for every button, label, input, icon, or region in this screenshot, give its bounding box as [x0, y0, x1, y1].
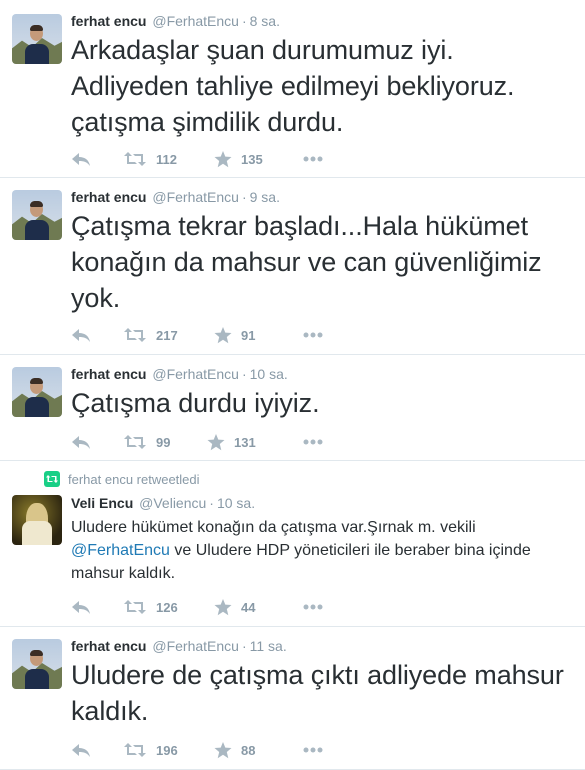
tweet-timestamp[interactable]: 10 sa.	[217, 495, 255, 511]
star-icon	[214, 150, 232, 167]
favorite-count: 44	[241, 599, 256, 615]
avatar[interactable]	[12, 367, 62, 417]
retweet-indicator-icon	[44, 471, 60, 487]
favorite-count: 135	[241, 151, 263, 167]
favorite-button[interactable]: 91	[214, 325, 255, 345]
tweet-author-name[interactable]: ferhat encu	[71, 189, 146, 205]
reply-icon	[72, 329, 90, 342]
retweet-context: ferhat encu retweetledi	[44, 471, 200, 487]
reply-button[interactable]	[71, 325, 91, 345]
tweet-author-name[interactable]: ferhat encu	[71, 13, 146, 29]
more-button[interactable]	[303, 149, 323, 169]
more-icon	[303, 747, 323, 753]
avatar[interactable]	[12, 14, 62, 64]
star-icon	[207, 433, 225, 450]
tweet-timestamp[interactable]: 10 sa.	[250, 366, 288, 382]
reply-button[interactable]	[71, 149, 91, 169]
retweet-button[interactable]: 196	[123, 740, 178, 760]
retweet-context-label[interactable]: ferhat encu retweetledi	[68, 472, 200, 487]
favorite-count: 88	[241, 742, 256, 758]
more-button[interactable]	[303, 740, 323, 760]
tweet-author-handle[interactable]: @FerhatEncu	[152, 13, 239, 29]
retweet-button[interactable]: 217	[123, 325, 178, 345]
avatar[interactable]	[12, 190, 62, 240]
tweet-text: Uludere de çatışma çıktı adliyede mahsur…	[71, 660, 564, 726]
tweet-author-handle[interactable]: @FerhatEncu	[152, 638, 239, 654]
tweet-text: Çatışma tekrar başladı...Hala hükümet ko…	[71, 211, 542, 313]
retweet-count: 126	[156, 599, 178, 615]
separator-dot: ·	[241, 638, 247, 654]
tweet-text: Çatışma durdu iyiyiz.	[71, 388, 320, 418]
avatar[interactable]	[12, 495, 62, 545]
separator-dot: ·	[241, 189, 247, 205]
star-icon	[214, 598, 232, 615]
retweet-icon	[124, 743, 146, 757]
favorite-button[interactable]: 131	[207, 432, 256, 452]
tweet-text-part: Uludere hükümet konağın da çatışma var.Ş…	[71, 519, 476, 536]
retweet-button[interactable]: 99	[123, 432, 170, 452]
reply-button[interactable]	[71, 432, 91, 452]
tweet-item[interactable]: ferhat encu @FerhatEncu · 10 sa. Çatışma d…	[0, 355, 585, 461]
star-icon	[214, 326, 232, 343]
retweet-count: 196	[156, 742, 178, 758]
reply-icon	[72, 436, 90, 449]
retweet-icon	[124, 435, 146, 449]
separator-dot: ·	[241, 13, 247, 29]
tweet-timestamp[interactable]: 9 sa.	[250, 189, 280, 205]
retweet-count: 112	[156, 151, 177, 167]
favorite-button[interactable]: 88	[214, 740, 255, 760]
tweet-author-name[interactable]: ferhat encu	[71, 638, 146, 654]
more-icon	[303, 604, 323, 610]
retweet-count: 99	[156, 434, 171, 450]
tweet-author-name[interactable]: Veli Encu	[71, 495, 133, 511]
more-icon	[303, 156, 323, 162]
favorite-button[interactable]: 44	[214, 597, 255, 617]
reply-button[interactable]	[71, 740, 91, 760]
more-icon	[303, 332, 323, 338]
tweet-text: Uludere hükümet konağın da çatışma var.Ş…	[71, 516, 575, 585]
tweet-timeline: ferhat encu @FerhatEncu · 8 sa. Arkadaşlar…	[0, 0, 585, 770]
tweet-author-handle[interactable]: @FerhatEncu	[152, 366, 239, 382]
retweet-button[interactable]: 126	[123, 597, 178, 617]
star-icon	[214, 741, 232, 758]
more-button[interactable]	[303, 597, 323, 617]
more-button[interactable]	[303, 325, 323, 345]
tweet-author-name[interactable]: ferhat encu	[71, 366, 146, 382]
retweet-icon	[124, 328, 146, 342]
separator-dot: ·	[241, 366, 247, 382]
favorite-button[interactable]: 135	[214, 149, 263, 169]
favorite-count: 91	[241, 327, 256, 343]
retweet-icon	[124, 152, 146, 166]
retweet-button[interactable]: 112	[123, 149, 177, 169]
avatar[interactable]	[12, 639, 62, 689]
tweet-text: Arkadaşlar şuan durumumuz iyi. Adliyeden…	[71, 35, 515, 137]
separator-dot: ·	[209, 495, 214, 511]
more-button[interactable]	[303, 432, 323, 452]
mention-link[interactable]: @FerhatEncu	[71, 542, 170, 559]
retweet-icon	[124, 600, 146, 614]
more-icon	[303, 439, 323, 445]
tweet-author-handle[interactable]: @FerhatEncu	[152, 189, 239, 205]
tweet-item[interactable]: ferhat encu retweetledi Veli Encu @Velіe…	[0, 461, 585, 627]
tweet-timestamp[interactable]: 11 sa.	[250, 638, 287, 654]
reply-icon	[72, 153, 90, 166]
favorite-count: 131	[234, 434, 256, 450]
tweet-timestamp[interactable]: 8 sa.	[250, 13, 280, 29]
tweet-author-handle[interactable]: @Velіencu	[139, 495, 206, 511]
retweet-count: 217	[156, 327, 178, 343]
reply-icon	[72, 601, 90, 614]
tweet-item[interactable]: ferhat encu @FerhatEncu · 8 sa. Arkadaşlar…	[0, 0, 585, 178]
reply-icon	[72, 744, 90, 757]
tweet-item[interactable]: ferhat encu @FerhatEncu · 11 sa. Uludere d…	[0, 627, 585, 770]
reply-button[interactable]	[71, 597, 91, 617]
tweet-item[interactable]: ferhat encu @FerhatEncu · 9 sa. Çatışma te…	[0, 178, 585, 355]
